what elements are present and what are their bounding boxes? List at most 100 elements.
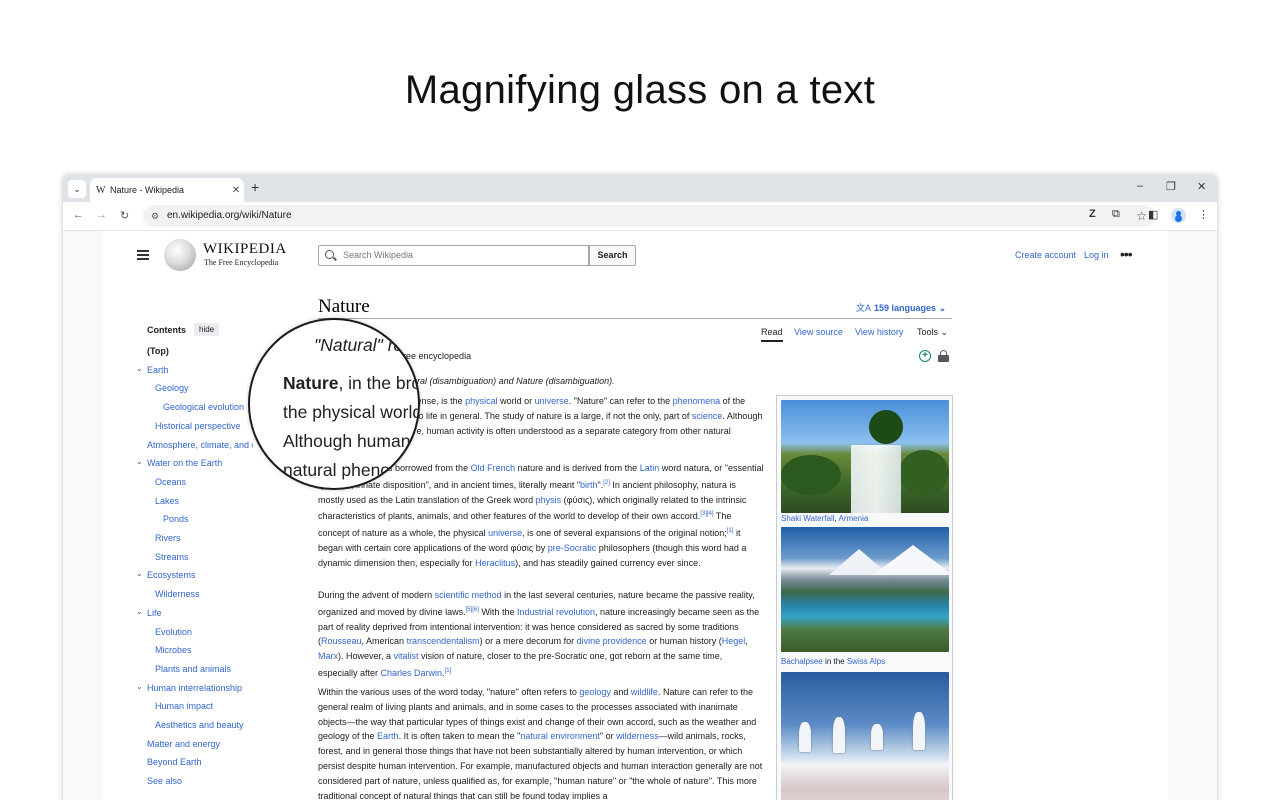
caption-link-swiss-alps[interactable]: Swiss Alps <box>847 657 885 666</box>
toc-item[interactable]: Wilderness <box>155 589 200 599</box>
create-account-link[interactable]: Create account <box>1015 250 1076 260</box>
chevron-down-icon[interactable]: ⌄ <box>136 607 143 616</box>
article-link[interactable]: Earth <box>377 731 399 741</box>
article-link[interactable]: pre-Socratic <box>548 543 597 553</box>
chevron-down-icon[interactable]: ⌄ <box>136 364 143 373</box>
article-link[interactable]: divine providence <box>577 636 647 646</box>
caption-link-bachalpsee[interactable]: Bachalpsee <box>781 657 823 666</box>
toc-item[interactable]: Geological evolution <box>163 402 244 412</box>
close-icon[interactable]: ✕ <box>228 185 244 196</box>
tab-view-history[interactable]: View history <box>855 327 903 337</box>
lock-icon[interactable] <box>938 350 949 362</box>
article-link[interactable]: physis <box>536 495 562 505</box>
toc-item[interactable]: Ponds <box>163 514 189 524</box>
article-link[interactable]: wildlife <box>631 687 658 697</box>
toc-item[interactable]: Matter and energy <box>147 739 220 749</box>
more-options-icon[interactable]: ••• <box>1120 246 1132 262</box>
new-tab-icon[interactable]: + <box>251 179 259 195</box>
reference-link[interactable]: [5][6] <box>466 607 479 613</box>
toc-item[interactable]: Oceans <box>155 477 186 487</box>
menu-icon[interactable]: ⋮ <box>1198 208 1209 221</box>
tab-search-icon[interactable]: ⌄ <box>68 180 86 198</box>
magnifying-glass-lens[interactable]: "Natural" re Nature, in the broa the phy… <box>248 318 420 490</box>
window-close-icon[interactable]: ✕ <box>1197 180 1206 193</box>
address-bar[interactable]: ⚙ en.wikipedia.org/wiki/Nature ☆ <box>143 205 1155 227</box>
back-icon[interactable]: ← <box>73 209 84 221</box>
reference-link[interactable]: [1] <box>445 668 452 674</box>
toc-item[interactable]: See also <box>147 776 182 786</box>
chevron-down-icon[interactable]: ⌄ <box>136 569 143 578</box>
toc-item[interactable]: Ecosystems <box>147 570 196 580</box>
toc-item[interactable]: Human impact <box>155 701 213 711</box>
article-link[interactable]: wilderness <box>616 731 659 741</box>
restore-icon[interactable]: ❐ <box>1166 180 1176 193</box>
toc-item[interactable]: Rivers <box>155 533 181 543</box>
toc-item[interactable]: Historical perspective <box>155 421 241 431</box>
article-link[interactable]: scientific method <box>435 590 502 600</box>
article-link[interactable]: Industrial revolution <box>517 607 595 617</box>
toc-item[interactable]: Human interrelationship <box>147 683 242 693</box>
tab-view-source[interactable]: View source <box>794 327 843 337</box>
reference-link[interactable]: [3][4] <box>700 511 713 517</box>
article-link[interactable]: physical <box>465 396 498 406</box>
reload-icon[interactable]: ↻ <box>120 209 129 222</box>
article-link[interactable]: Hegel <box>722 636 746 646</box>
tools-menu[interactable]: Tools ⌄ <box>917 327 948 338</box>
toc-item[interactable]: Water on the Earth <box>147 458 222 468</box>
toc-hide-button[interactable]: hide <box>194 323 219 336</box>
minimize-icon[interactable]: – <box>1137 180 1143 192</box>
toc-item[interactable]: Aesthetics and beauty <box>155 720 244 730</box>
article-link[interactable]: natural environment <box>520 731 600 741</box>
article-link[interactable]: Latin <box>640 463 660 473</box>
log-in-link[interactable]: Log in <box>1084 250 1109 260</box>
search-input[interactable]: Search Wikipedia <box>318 245 589 266</box>
caption-link-armenia[interactable]: Armenia <box>839 514 869 523</box>
forward-icon[interactable]: → <box>96 209 107 221</box>
caption-link-shaki[interactable]: Shaki Waterfall <box>781 514 835 523</box>
shaki-waterfall-image[interactable] <box>781 400 949 513</box>
extensions-icon[interactable]: ⧉ <box>1112 208 1120 221</box>
toc-item[interactable]: Plants and animals <box>155 664 231 674</box>
toc-item[interactable]: Streams <box>155 552 189 562</box>
add-to-watchlist-icon[interactable]: + <box>919 350 931 362</box>
article-link[interactable]: universe <box>535 396 569 406</box>
toc-item[interactable]: Beyond Earth <box>147 757 202 767</box>
toc-item[interactable]: (Top) <box>147 346 169 356</box>
side-panel-icon[interactable]: ◧ <box>1148 208 1158 221</box>
active-tab[interactable]: W Nature - Wikipedia ✕ <box>90 178 244 202</box>
article-link[interactable]: universe <box>488 528 522 538</box>
article-link[interactable]: Charles Darwin <box>381 668 443 678</box>
article-link[interactable]: phenomena <box>673 396 721 406</box>
article-link[interactable]: Old French <box>471 463 516 473</box>
chevron-down-icon[interactable]: ⌄ <box>136 682 143 691</box>
languages-button[interactable]: 文A159 languages ⌄ <box>856 301 946 314</box>
article-link[interactable]: vitalist <box>394 651 419 661</box>
snowy-landscape-image[interactable] <box>781 672 949 800</box>
article-link[interactable]: birth <box>580 480 598 490</box>
article-link[interactable]: Rousseau <box>321 636 362 646</box>
article-link[interactable]: science <box>692 411 723 421</box>
tab-read[interactable]: Read <box>761 327 783 342</box>
toc-item[interactable]: Atmosphere, climate, and weather <box>147 440 253 450</box>
toc-item[interactable]: Lakes <box>155 496 179 506</box>
main-menu-icon[interactable] <box>137 250 149 260</box>
article-link[interactable]: Marx <box>318 651 338 661</box>
article-link[interactable]: transcendentalism <box>407 636 480 646</box>
wikipedia-wordmark[interactable]: WIKIPEDIA <box>203 241 287 258</box>
reference-link[interactable]: [2] <box>603 480 610 486</box>
article-link[interactable]: Heraclitus <box>475 558 515 568</box>
toc-item[interactable]: Microbes <box>155 645 192 655</box>
toc-item[interactable]: Geology <box>155 383 189 393</box>
profile-icon[interactable] <box>1171 208 1186 223</box>
z-extension-icon[interactable]: Z <box>1089 208 1096 220</box>
toc-item[interactable]: Earth <box>147 365 169 375</box>
site-info-icon[interactable]: ⚙ <box>151 205 159 227</box>
toc-item[interactable]: Life <box>147 608 162 618</box>
search-button[interactable]: Search <box>589 245 636 266</box>
chevron-down-icon[interactable]: ⌄ <box>136 457 143 466</box>
bachalpsee-image[interactable] <box>781 527 949 652</box>
toc-item[interactable]: Evolution <box>155 627 192 637</box>
article-link[interactable]: geology <box>579 687 611 697</box>
bookmark-star-icon[interactable]: ☆ <box>1136 205 1147 227</box>
wikipedia-globe-logo[interactable] <box>164 239 196 271</box>
